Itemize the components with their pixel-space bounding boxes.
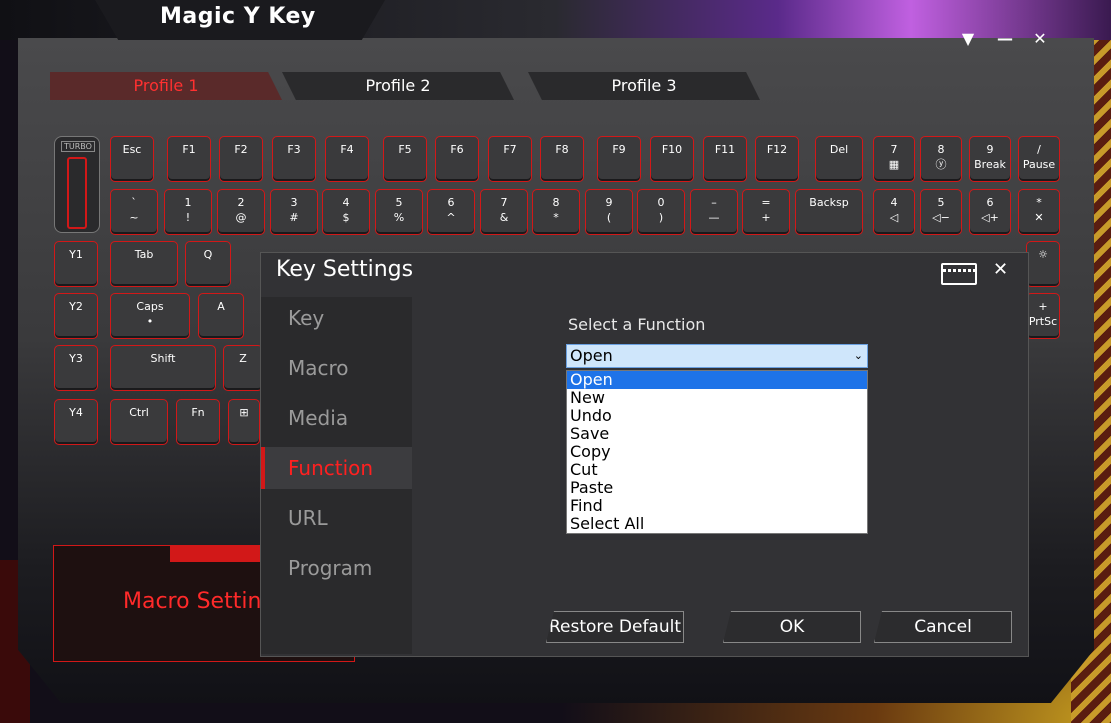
key-num-5[interactable]: 5% [375,189,423,235]
key-z[interactable]: Z [223,345,263,391]
key-numpad2-2[interactable]: 6 ◁+ [969,189,1011,235]
option-save[interactable]: Save [567,425,867,443]
nav-item-media[interactable]: Media [261,397,412,439]
key-numpad-3[interactable]: / Pause [1018,136,1060,182]
option-cut[interactable]: Cut [567,461,867,479]
key-num-0[interactable]: ` ~ [110,189,158,235]
ok-button[interactable]: OK [723,611,861,643]
function-select-value: Open [570,346,613,365]
key-f4[interactable]: F4 [325,136,369,182]
key-f2[interactable]: F2 [219,136,263,182]
key-num-3[interactable]: 3 # [270,189,318,235]
nav-item-url[interactable]: URL [261,497,412,539]
key-numpad-0[interactable]: 7 ▦ [873,136,915,182]
key-num-6[interactable]: 6 ^ [427,189,475,235]
close-button[interactable]: ✕ [1025,28,1055,50]
keyboard-icon[interactable] [941,263,977,285]
key-num-12[interactable]: = + [742,189,790,235]
tab-profile-1[interactable]: Profile 1 [50,72,282,100]
nav-item-macro[interactable]: Macro [261,347,412,389]
key-num-8[interactable]: 8 * [532,189,580,235]
dialog-nav: Key Macro Media Function URL Program [261,297,412,654]
key-y3[interactable]: Y3 [54,345,98,391]
minimize-button[interactable]: — [990,28,1020,50]
option-undo[interactable]: Undo [567,407,867,425]
dialog-title: Key Settings [276,257,414,282]
function-dropdown-list: Open New Undo Save Copy Cut Paste Find S… [566,370,868,534]
key-y4[interactable]: Y4 [54,399,98,445]
key-backlight[interactable]: ☼ [1026,241,1060,287]
key-tab[interactable]: Tab [110,241,178,287]
key-caps[interactable]: Caps • [110,293,190,339]
key-f6[interactable]: F6 [435,136,479,182]
nav-item-function[interactable]: Function [261,447,412,489]
dropdown-menu-button[interactable]: ▼ [953,28,983,50]
key-y1[interactable]: Y1 [54,241,98,287]
nav-item-program[interactable]: Program [261,547,412,589]
key-num-11[interactable]: – — [690,189,738,235]
key-ctrl[interactable]: Ctrl [110,399,168,445]
chevron-down-icon: ⌄ [853,349,863,362]
app-title: Magic Y Key [160,4,316,29]
turbo-bar [67,157,87,229]
key-f8[interactable]: F8 [540,136,584,182]
nav-item-key[interactable]: Key [261,297,412,339]
tab-profile-2[interactable]: Profile 2 [282,72,514,100]
function-select[interactable]: Open ⌄ [566,344,868,368]
turbo-slider[interactable]: TURBO [54,136,100,233]
key-f7[interactable]: F7 [488,136,532,182]
dialog-close-icon[interactable]: ✕ [993,259,1008,280]
key-f5[interactable]: F5 [383,136,427,182]
key-num-1[interactable]: 1! [164,189,212,235]
key-num-2[interactable]: 2 @ [217,189,265,235]
key-numpad2-1[interactable]: 5 ◁− [920,189,962,235]
option-paste[interactable]: Paste [567,479,867,497]
restore-default-button[interactable]: Restore Default [546,611,684,643]
option-open[interactable]: Open [567,371,867,389]
key-f9[interactable]: F9 [597,136,641,182]
option-copy[interactable]: Copy [567,443,867,461]
key-esc[interactable]: Esc [110,136,154,182]
tab-profile-3[interactable]: Profile 3 [528,72,760,100]
key-f1[interactable]: F1 [167,136,211,182]
macro-accent-bar [170,545,265,562]
key-numpad-2[interactable]: 9 Break [969,136,1011,182]
key-num-9[interactable]: 9( [585,189,633,235]
key-num-4[interactable]: 4 $ [322,189,370,235]
key-f12[interactable]: F12 [755,136,799,182]
key-a[interactable]: A [198,293,244,339]
cancel-button[interactable]: Cancel [874,611,1012,643]
option-find[interactable]: Find [567,497,867,515]
key-num-7[interactable]: 7 & [480,189,528,235]
key-y2[interactable]: Y2 [54,293,98,339]
key-numpad2-0[interactable]: 4 ◁ [873,189,915,235]
key-fn[interactable]: Fn [176,399,220,445]
option-new[interactable]: New [567,389,867,407]
key-f10[interactable]: F10 [650,136,694,182]
key-prtsc[interactable]: + PrtSc [1026,293,1060,339]
key-num-13[interactable]: Backsp [795,189,863,235]
key-f3[interactable]: F3 [272,136,316,182]
key-del[interactable]: Del [815,136,863,182]
key-num-10[interactable]: 0) [637,189,685,235]
key-settings-dialog: Key Settings ✕ Key Macro Media Function … [260,252,1029,657]
select-function-label: Select a Function [568,315,706,334]
key-f11[interactable]: F11 [703,136,747,182]
key-shift[interactable]: Shift [110,345,216,391]
key-windows[interactable]: ⊞ [228,399,260,445]
option-select-all[interactable]: Select All [567,515,867,533]
key-numpad2-3[interactable]: * ✕ [1018,189,1060,235]
key-q[interactable]: Q [185,241,231,287]
key-numpad-1[interactable]: 8 ⓨ [920,136,962,182]
turbo-label: TURBO [61,141,95,152]
